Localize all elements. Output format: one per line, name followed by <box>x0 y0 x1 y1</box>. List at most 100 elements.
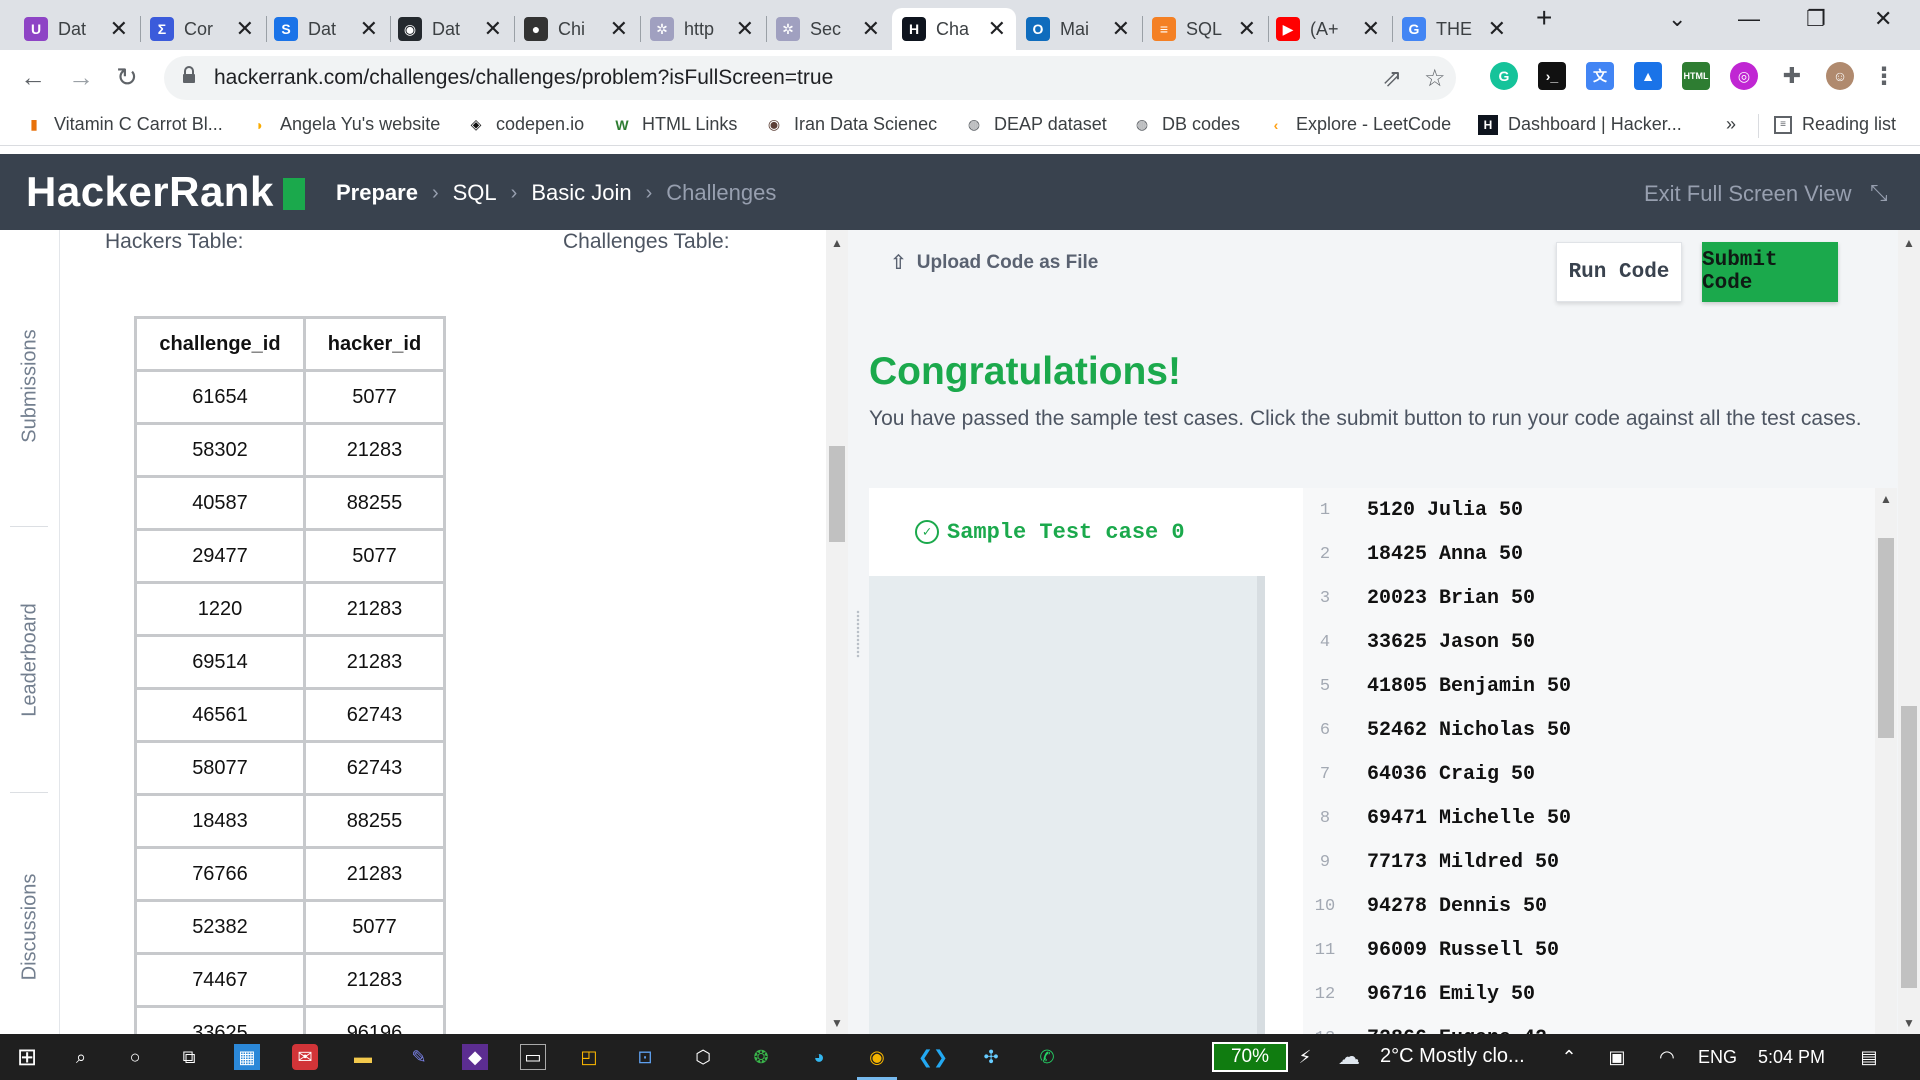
scrollbar-thumb[interactable] <box>1878 538 1894 738</box>
battery-indicator[interactable]: 70% <box>1212 1042 1288 1072</box>
file-explorer-icon[interactable]: ▬ <box>350 1044 376 1070</box>
browser-tab[interactable]: U Dat ✕ <box>14 8 138 50</box>
breadcrumb-item[interactable]: SQL <box>453 180 497 206</box>
tab-discussions[interactable]: Discussions <box>19 874 42 981</box>
tab-leaderboard[interactable]: Leaderboard <box>19 603 42 716</box>
close-tab-icon[interactable]: ✕ <box>236 16 254 42</box>
extensions-puzzle-icon[interactable]: ✚ <box>1778 62 1806 90</box>
tab-submissions[interactable]: Submissions <box>19 329 42 442</box>
close-tab-icon[interactable]: ✕ <box>1112 16 1130 42</box>
restore-icon[interactable]: ❐ <box>1806 6 1826 32</box>
sticky-app-icon[interactable]: ◰ <box>576 1044 602 1070</box>
pane-resize-handle[interactable] <box>848 230 868 1034</box>
purple-extension-icon[interactable]: ◎ <box>1730 62 1758 90</box>
submit-code-button[interactable]: Submit Code <box>1702 242 1838 302</box>
back-icon[interactable]: ← <box>20 62 46 93</box>
close-tab-icon[interactable]: ✕ <box>360 16 378 42</box>
translate-extension-icon[interactable]: 文 <box>1586 62 1614 90</box>
browser-tab[interactable]: G THE ✕ <box>1392 8 1516 50</box>
bookmark-item[interactable]: ▮ Vitamin C Carrot Bl... <box>24 114 223 135</box>
chevron-up-icon[interactable]: ⌃ <box>1556 1044 1582 1070</box>
tab-search-icon[interactable]: ⌄ <box>1668 6 1686 32</box>
mail-app-icon[interactable]: ✉ <box>292 1044 318 1070</box>
bookmark-item[interactable]: ‹ Explore - LeetCode <box>1266 114 1451 135</box>
paint-app-icon[interactable]: ✎ <box>406 1044 432 1070</box>
close-tab-icon[interactable]: ✕ <box>988 16 1006 42</box>
terminal-app-icon[interactable]: ▭ <box>520 1044 546 1070</box>
close-tab-icon[interactable]: ✕ <box>1488 16 1506 42</box>
profile-avatar[interactable]: ☺ <box>1826 62 1854 90</box>
windows-start-icon[interactable]: ⊞ <box>14 1044 40 1071</box>
cube-app-icon[interactable]: ⬡ <box>690 1044 716 1070</box>
share-icon[interactable]: ⇗ <box>1382 64 1402 93</box>
breadcrumb-item[interactable]: Challenges <box>666 180 776 206</box>
clock-time[interactable]: 5:04 PM <box>1758 1047 1825 1068</box>
snipping-tool-icon[interactable]: ✣ <box>978 1044 1004 1070</box>
minimize-icon[interactable]: — <box>1738 6 1760 32</box>
scroll-down-icon[interactable]: ▼ <box>831 1016 843 1030</box>
browser-tab[interactable]: ▶ (A+ ✕ <box>1266 8 1390 50</box>
browser-tab[interactable]: Σ Cor ✕ <box>140 8 264 50</box>
language-indicator[interactable]: ENG <box>1698 1047 1737 1068</box>
close-tab-icon[interactable]: ✕ <box>1238 16 1256 42</box>
scroll-up-icon[interactable]: ▲ <box>1880 492 1892 506</box>
browser-tab[interactable]: ≡ SQL ✕ <box>1142 8 1266 50</box>
exit-fullscreen-link[interactable]: Exit Full Screen View <box>1644 181 1851 207</box>
close-tab-icon[interactable]: ✕ <box>736 16 754 42</box>
new-tab-icon[interactable]: + <box>1536 2 1552 34</box>
bookmark-star-icon[interactable]: ☆ <box>1424 64 1446 93</box>
close-tab-icon[interactable]: ✕ <box>862 16 880 42</box>
bookmark-item[interactable]: ◍ DB codes <box>1132 114 1240 135</box>
graduation-cap-icon[interactable]: ▲ <box>1634 62 1662 90</box>
visual-studio-icon[interactable]: ◆ <box>462 1044 488 1070</box>
breadcrumb-item[interactable]: Basic Join <box>531 180 631 206</box>
search-icon[interactable]: ⌕ <box>68 1044 94 1070</box>
breadcrumb-item[interactable]: Prepare <box>336 180 418 206</box>
scrollbar-thumb[interactable] <box>829 446 845 542</box>
hackerrank-logo[interactable]: HackerRank <box>26 168 274 216</box>
browser-tab[interactable]: H Cha ✕ <box>892 8 1016 50</box>
close-window-icon[interactable]: ✕ <box>1874 6 1892 32</box>
app-green-icon[interactable]: ❂ <box>748 1044 774 1070</box>
browser-tab[interactable]: ✲ http ✕ <box>640 8 764 50</box>
bookmark-item[interactable]: W HTML Links <box>612 114 737 135</box>
output-scrollbar[interactable]: ▲ <box>1875 488 1897 1034</box>
terminal-extension-icon[interactable]: ›_ <box>1538 62 1566 90</box>
test-case-tab[interactable]: ✓ Sample Test case 0 <box>869 488 1257 576</box>
weather-text[interactable]: 2°C Mostly clo... <box>1380 1045 1525 1068</box>
bookmark-item[interactable]: ◈ codepen.io <box>466 114 584 135</box>
chrome-menu-icon[interactable]: ⋮ <box>1870 62 1898 90</box>
close-tab-icon[interactable]: ✕ <box>484 16 502 42</box>
close-tab-icon[interactable]: ✕ <box>1362 16 1380 42</box>
reading-list-button[interactable]: ≡ Reading list <box>1774 114 1896 135</box>
url-bar[interactable]: hackerrank.com/challenges/challenges/pro… <box>164 56 1456 100</box>
bookmark-item[interactable]: H Dashboard | Hacker... <box>1478 114 1682 135</box>
run-code-button[interactable]: Run Code <box>1556 242 1682 302</box>
calendar-app-icon[interactable]: ▦ <box>234 1044 260 1070</box>
scroll-down-icon[interactable]: ▼ <box>1903 1016 1915 1030</box>
bookmark-item[interactable]: ◉ Iran Data Scienec <box>764 114 937 135</box>
bookmark-item[interactable]: ◗ Angela Yu's website <box>250 114 440 135</box>
notifications-icon[interactable]: ▤ <box>1856 1044 1882 1070</box>
browser-tab[interactable]: ✲ Sec ✕ <box>766 8 890 50</box>
browser-tab[interactable]: S Dat ✕ <box>264 8 388 50</box>
close-tab-icon[interactable]: ✕ <box>610 16 628 42</box>
bookmark-item[interactable]: ◍ DEAP dataset <box>964 114 1107 135</box>
upload-code-button[interactable]: ⇧ Upload Code as File <box>890 250 1098 275</box>
browser-tab[interactable]: ◉ Dat ✕ <box>388 8 512 50</box>
close-tab-icon[interactable]: ✕ <box>110 16 128 42</box>
scroll-up-icon[interactable]: ▲ <box>831 236 843 250</box>
reload-icon[interactable]: ↻ <box>116 62 138 93</box>
browser-tab[interactable]: O Mai ✕ <box>1016 8 1140 50</box>
cortana-icon[interactable]: ○ <box>122 1044 148 1070</box>
html-tree-icon[interactable]: HTML <box>1682 62 1710 90</box>
network-app-icon[interactable]: ⊡ <box>632 1044 658 1070</box>
whatsapp-icon[interactable]: ✆ <box>1034 1044 1060 1070</box>
meet-now-icon[interactable]: ▣ <box>1604 1044 1630 1070</box>
page-scrollbar[interactable]: ▲ ▼ <box>1898 230 1920 1034</box>
vscode-icon[interactable]: ❮❯ <box>918 1044 948 1070</box>
more-bookmarks-button[interactable]: » <box>1726 114 1736 135</box>
scrollbar-thumb[interactable] <box>1901 706 1917 988</box>
collapse-fullscreen-icon[interactable]: ⤡ <box>1870 180 1888 206</box>
chrome-browser-icon[interactable]: ◉ <box>864 1044 890 1070</box>
